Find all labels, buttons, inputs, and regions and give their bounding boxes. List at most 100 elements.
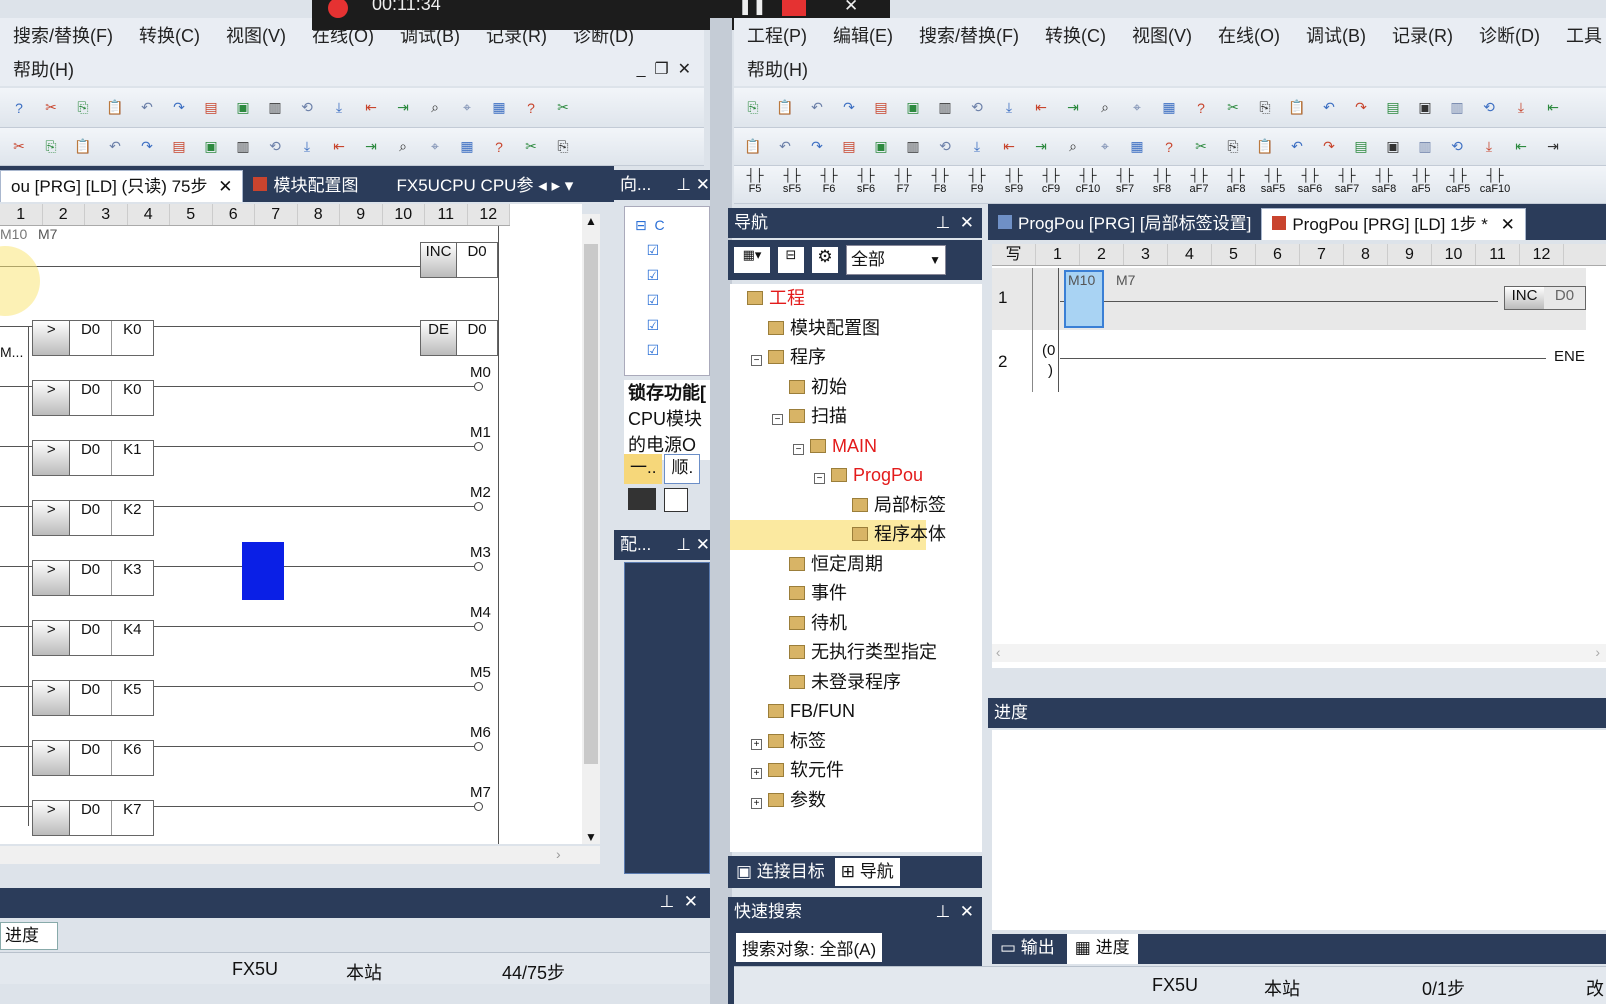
coil-icon[interactable] bbox=[474, 622, 483, 631]
toolbar-button-icon[interactable]: ↶ bbox=[804, 96, 830, 120]
compare-instruction[interactable]: > D0 K6 bbox=[32, 740, 154, 776]
toolbar-button-icon[interactable]: 📋 bbox=[772, 96, 798, 120]
toolbar-button-icon[interactable]: ? bbox=[6, 96, 32, 120]
toolbar-button-icon[interactable]: ↷ bbox=[166, 96, 192, 120]
menu-item[interactable]: 在线(O) bbox=[1205, 22, 1293, 48]
toolbar-button-icon[interactable]: ↷ bbox=[1316, 135, 1342, 159]
toolbar-button-icon[interactable]: ⤓ bbox=[996, 96, 1022, 120]
nav-tree-item[interactable]: − 程序 bbox=[730, 343, 982, 373]
menu-item[interactable]: 视图(V) bbox=[1119, 22, 1205, 48]
scroll-down-icon[interactable]: ▼ bbox=[582, 830, 600, 844]
toolbar-button-icon[interactable]: ⌖ bbox=[1124, 96, 1150, 120]
selection-cursor[interactable] bbox=[242, 542, 284, 600]
compare-instruction[interactable]: > D0 K2 bbox=[32, 500, 154, 536]
toolbar-button-icon[interactable]: ⌕ bbox=[422, 96, 448, 120]
coil-icon[interactable] bbox=[474, 562, 483, 571]
toolbar-button-icon[interactable]: ▤ bbox=[868, 96, 894, 120]
ladder-fkey-button[interactable]: ┤├ F5 bbox=[738, 168, 772, 196]
toolbar-button-icon[interactable]: ? bbox=[518, 96, 544, 120]
inc-instruction[interactable]: INC D0 bbox=[1504, 286, 1586, 310]
tab-connection-target[interactable]: ▣ 连接目标 bbox=[730, 858, 831, 886]
toolbar-button-icon[interactable]: ? bbox=[1188, 96, 1214, 120]
toolbar-button-icon[interactable]: 📋 bbox=[1252, 135, 1278, 159]
compare-instruction[interactable]: > D0 K7 bbox=[32, 800, 154, 836]
toolbar-button-icon[interactable]: ⟲ bbox=[964, 96, 990, 120]
tree-expand-icon[interactable]: − bbox=[772, 414, 783, 425]
pin-close-icon[interactable]: ⊥ ✕ bbox=[676, 170, 710, 200]
menu-help[interactable]: 帮助(H) bbox=[0, 56, 87, 82]
right-h-scrollbar[interactable]: ‹ › bbox=[992, 644, 1606, 662]
memory-icon[interactable] bbox=[628, 488, 656, 510]
toolbar-button-icon[interactable]: ⤓ bbox=[326, 96, 352, 120]
nav-tree-item[interactable]: + 软元件 bbox=[730, 756, 982, 786]
tab-progpou-ld[interactable]: ou [PRG] [LD] (只读) 75步 ✕ bbox=[0, 170, 244, 202]
coil-icon[interactable] bbox=[474, 442, 483, 451]
toolbar-button-icon[interactable]: ↶ bbox=[772, 135, 798, 159]
tree-expand-icon[interactable]: + bbox=[751, 768, 762, 779]
toolbar-button-icon[interactable]: ⤓ bbox=[294, 135, 320, 159]
toolbar-button-icon[interactable]: ▤ bbox=[836, 135, 862, 159]
close-icon[interactable]: ✕ bbox=[844, 0, 858, 16]
nav-tree-item[interactable]: 未登录程序 bbox=[730, 668, 982, 698]
toolbar-button-icon[interactable]: ✂ bbox=[1188, 135, 1214, 159]
pin-close-icon[interactable]: ⊥ ✕ bbox=[936, 897, 983, 927]
ladder-fkey-button[interactable]: ┤├ saF6 bbox=[1293, 168, 1327, 196]
toolbar-button-icon[interactable]: ▥ bbox=[932, 96, 958, 120]
nav-collapse-icon[interactable]: ⊟ bbox=[778, 247, 804, 273]
ladder-fkey-button[interactable]: ┤├ cF9 bbox=[1034, 168, 1068, 196]
menu-item[interactable]: 工具 bbox=[1553, 22, 1606, 48]
close-icon[interactable]: ✕ bbox=[218, 177, 232, 196]
list-icon[interactable] bbox=[664, 488, 688, 512]
nav-tree-item[interactable]: 模块配置图 bbox=[730, 314, 982, 344]
toolbar-button-icon[interactable]: ⇥ bbox=[358, 135, 384, 159]
tree-expand-icon[interactable]: + bbox=[751, 797, 762, 809]
ladder-fkey-button[interactable]: ┤├ saF8 bbox=[1367, 168, 1401, 196]
toolbar-button-icon[interactable]: ▣ bbox=[1412, 96, 1438, 120]
tree-expand-icon[interactable]: − bbox=[793, 443, 804, 455]
toolbar-button-icon[interactable]: ⟲ bbox=[294, 96, 320, 120]
toolbar-button-icon[interactable]: ▤ bbox=[1348, 135, 1374, 159]
nav-tree-item[interactable]: 恒定周期 bbox=[730, 550, 982, 580]
nav-view-icon[interactable]: ▦▾ bbox=[734, 247, 770, 273]
close-icon[interactable]: ✕ bbox=[1501, 215, 1515, 234]
toolbar-button-icon[interactable]: ⎘ bbox=[1220, 135, 1246, 159]
compare-instruction[interactable]: > D0 K1 bbox=[32, 440, 154, 476]
toolbar-button-icon[interactable]: ? bbox=[1156, 135, 1182, 159]
toolbar-button-icon[interactable]: ⇤ bbox=[1028, 96, 1054, 120]
toolbar-button-icon[interactable]: 📋 bbox=[740, 135, 766, 159]
side-btn-2[interactable]: 顺. bbox=[664, 454, 701, 484]
left-progress-tab[interactable]: 进度 bbox=[0, 922, 58, 950]
ladder-fkey-button[interactable]: ┤├ sF6 bbox=[849, 168, 883, 196]
ladder-fkey-button[interactable]: ┤├ F6 bbox=[812, 168, 846, 196]
toolbar-button-icon[interactable]: ⇤ bbox=[996, 135, 1022, 159]
toolbar-button-icon[interactable]: ▦ bbox=[454, 135, 480, 159]
scroll-right-icon[interactable]: › bbox=[556, 846, 561, 862]
side-btn-1[interactable]: 一.. bbox=[624, 454, 663, 484]
toolbar-button-icon[interactable]: ▦ bbox=[1124, 135, 1150, 159]
compare-instruction[interactable]: > D0 K0 bbox=[32, 380, 154, 416]
toolbar-button-icon[interactable]: ▣ bbox=[868, 135, 894, 159]
toolbar-button-icon[interactable]: ⟲ bbox=[1476, 96, 1502, 120]
nav-tree-item[interactable]: 无执行类型指定 bbox=[730, 638, 982, 668]
toolbar-button-icon[interactable]: ▦ bbox=[486, 96, 512, 120]
toolbar-button-icon[interactable]: ⟲ bbox=[262, 135, 288, 159]
compare-instruction[interactable]: > D0 K5 bbox=[32, 680, 154, 716]
tree-expand-icon[interactable]: − bbox=[751, 355, 762, 366]
coil-icon[interactable] bbox=[474, 382, 483, 391]
tab-module-config[interactable]: 模块配置图 bbox=[243, 170, 368, 202]
toolbar-button-icon[interactable]: ↶ bbox=[102, 135, 128, 159]
nav-tree-item[interactable]: + 标签 bbox=[730, 727, 982, 757]
toolbar-button-icon[interactable]: ⎘ bbox=[550, 135, 576, 159]
menu-item[interactable]: 记录(R) bbox=[1379, 22, 1466, 48]
tree-expand-icon[interactable]: + bbox=[751, 738, 762, 750]
tab-scroll-icon[interactable]: ◂ ▸ ▾ bbox=[538, 176, 573, 195]
left-window-controls[interactable]: _ ❐ ✕ bbox=[624, 59, 704, 79]
toolbar-button-icon[interactable]: ▣ bbox=[1380, 135, 1406, 159]
menu-item[interactable]: 调试(B) bbox=[1293, 22, 1379, 48]
tab-progpou-ld-edit[interactable]: ProgPou [PRG] [LD] 1步 * ✕ bbox=[1261, 208, 1526, 240]
compare-instruction[interactable]: > D0 K3 bbox=[32, 560, 154, 596]
toolbar-button-icon[interactable]: ↷ bbox=[1348, 96, 1374, 120]
toolbar-button-icon[interactable]: ✂ bbox=[550, 96, 576, 120]
nav-tree-item[interactable]: − ProgPou bbox=[730, 461, 982, 491]
ladder-fkey-button[interactable]: ┤├ sF7 bbox=[1108, 168, 1142, 196]
